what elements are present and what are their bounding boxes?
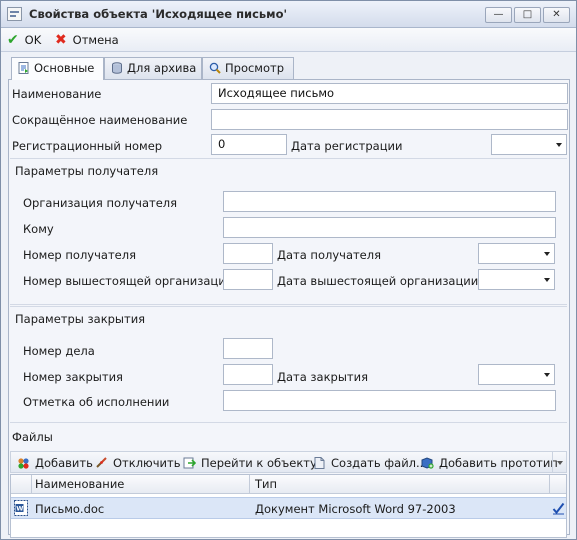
- close-date-picker[interactable]: [478, 364, 555, 385]
- new-file-icon: [314, 457, 325, 469]
- files-toolbar: Добавить Отключить Перейти к объекту Соз…: [10, 451, 567, 473]
- close-number-field[interactable]: [223, 364, 273, 385]
- tab-preview[interactable]: Просмотр: [202, 57, 294, 79]
- chevron-down-icon: [557, 461, 563, 465]
- goto-icon: [183, 457, 196, 469]
- create-file-label: Создать файл...: [331, 456, 427, 470]
- short-name-label: Сокращённое наименование: [12, 113, 188, 127]
- tab-main-label: Основные: [34, 61, 95, 75]
- cross-icon: ✖: [55, 32, 67, 48]
- tab-archive-label: Для архива: [127, 61, 197, 75]
- recipient-to-field[interactable]: [223, 217, 556, 238]
- closing-section-title: Параметры закрытия: [15, 312, 146, 326]
- files-section-title: Файлы: [12, 430, 53, 444]
- checkmark-icon: ✔: [7, 32, 19, 48]
- close-date-label: Дата закрытия: [277, 370, 369, 384]
- tab-main[interactable]: Основные: [11, 57, 104, 80]
- detach-file-button[interactable]: Отключить: [95, 455, 180, 471]
- detach-file-label: Отключить: [113, 456, 181, 470]
- execution-note-field[interactable]: [223, 390, 556, 411]
- reg-number-label: Регистрационный номер: [12, 139, 163, 153]
- chevron-down-icon: [544, 373, 550, 377]
- create-file-button[interactable]: Создать файл...: [313, 455, 427, 471]
- recipient-date-label: Дата получателя: [277, 248, 382, 262]
- ok-button[interactable]: ✔ OK: [7, 32, 41, 48]
- parent-date-picker[interactable]: [478, 269, 555, 290]
- add-file-button[interactable]: Добавить: [17, 455, 93, 471]
- checkmark-icon[interactable]: [552, 502, 565, 515]
- short-name-field[interactable]: [211, 109, 568, 130]
- cancel-label: Отмена: [72, 33, 119, 47]
- properties-window: Свойства объекта 'Исходящее письмо' — □ …: [0, 0, 577, 540]
- case-number-label: Номер дела: [23, 344, 95, 358]
- tab-archive[interactable]: Для архива: [104, 57, 202, 79]
- recipient-org-field[interactable]: [223, 191, 556, 212]
- add-prototype-label: Добавить прототип: [439, 456, 558, 470]
- tab-preview-label: Просмотр: [225, 61, 285, 75]
- close-button[interactable]: ✕: [543, 7, 570, 23]
- recipient-number-field[interactable]: [223, 243, 273, 264]
- goto-object-label: Перейти к объекту: [201, 456, 317, 470]
- goto-object-button[interactable]: Перейти к объекту: [183, 455, 317, 471]
- add-file-label: Добавить: [35, 456, 93, 470]
- files-table: Наименование Тип W Письмо.doc Документ M…: [10, 474, 567, 538]
- close-number-label: Номер закрытия: [23, 370, 123, 384]
- parent-number-label: Номер вышестоящей организации: [23, 274, 234, 288]
- column-divider: [31, 475, 32, 494]
- column-divider: [549, 475, 550, 494]
- unlink-icon: [96, 457, 107, 468]
- document-properties-icon: [7, 7, 22, 21]
- chevron-down-icon: [544, 252, 550, 256]
- title-bar[interactable]: Свойства объекта 'Исходящее письмо' — □ …: [1, 1, 576, 28]
- column-divider: [249, 475, 250, 494]
- svg-text:W: W: [16, 505, 23, 513]
- reg-number-field[interactable]: 0: [211, 134, 287, 155]
- file-type-cell: Документ Microsoft Word 97-2003: [255, 502, 456, 516]
- maximize-button[interactable]: □: [514, 7, 541, 23]
- files-table-header: Наименование Тип: [11, 475, 566, 494]
- minimize-button[interactable]: —: [485, 7, 512, 23]
- chevron-down-icon: [544, 278, 550, 282]
- reg-date-picker[interactable]: [491, 134, 567, 155]
- name-label: Наименование: [12, 87, 102, 101]
- recipient-to-label: Кому: [23, 222, 54, 236]
- magnifier-icon: [209, 62, 221, 74]
- database-icon: [112, 62, 122, 74]
- name-field[interactable]: Исходящее письмо: [211, 83, 568, 104]
- parent-number-field[interactable]: [223, 269, 273, 290]
- file-name-cell: Письмо.doc: [35, 502, 105, 516]
- chevron-down-icon: [556, 143, 562, 147]
- add-prototype-button[interactable]: Добавить прототип: [421, 455, 558, 471]
- execution-note-label: Отметка об исполнении: [23, 395, 170, 409]
- word-document-icon: W: [14, 500, 28, 516]
- document-icon: [18, 62, 29, 74]
- recipient-date-picker[interactable]: [478, 243, 555, 264]
- parent-date-label: Дата вышестоящей организации: [277, 274, 479, 288]
- ok-label: OK: [24, 33, 42, 47]
- toolbar-overflow-button[interactable]: [552, 452, 566, 472]
- prototype-icon: [421, 457, 434, 469]
- dialog-toolbar: ✔ OK ✖ Отмена: [1, 28, 576, 52]
- recipient-number-label: Номер получателя: [23, 248, 136, 262]
- cancel-button[interactable]: ✖ Отмена: [55, 32, 119, 48]
- recipient-section-title: Параметры получателя: [15, 164, 159, 178]
- recipient-org-label: Организация получателя: [23, 196, 178, 210]
- table-row[interactable]: W Письмо.doc Документ Microsoft Word 97-…: [11, 497, 566, 519]
- reg-date-label: Дата регистрации: [291, 139, 403, 153]
- window-title: Свойства объекта 'Исходящее письмо': [29, 7, 287, 21]
- add-icon: [18, 458, 29, 469]
- case-number-field[interactable]: [223, 338, 273, 359]
- column-header-name[interactable]: Наименование: [35, 477, 124, 491]
- column-header-type[interactable]: Тип: [255, 477, 277, 491]
